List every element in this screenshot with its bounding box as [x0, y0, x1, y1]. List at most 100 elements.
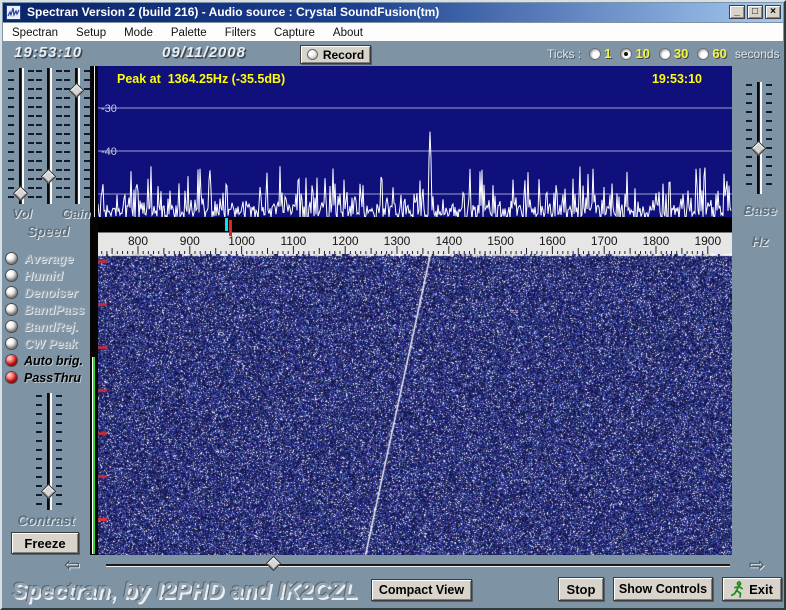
vol-slider[interactable]: [8, 68, 34, 204]
record-led-icon: [306, 49, 318, 60]
slider-track: [18, 68, 24, 204]
slider-ticks: [8, 70, 14, 202]
exit-button[interactable]: Exit: [722, 577, 782, 601]
toggle-denoiser[interactable]: Denoiser: [5, 284, 90, 301]
svg-text:-30: -30: [101, 103, 117, 115]
slider-ticks: [84, 70, 90, 202]
ticks-radio-30[interactable]: 30: [658, 46, 688, 61]
slider-ticks: [746, 84, 752, 192]
slider-ticks: [766, 84, 772, 192]
led-icon: [5, 303, 18, 316]
svg-text:900: 900: [180, 234, 200, 248]
led-icon: [5, 354, 18, 367]
ticks-radio-label: 60: [712, 46, 727, 61]
buffer-progress-bar: [92, 357, 95, 554]
ticks-radio-60[interactable]: 60: [697, 46, 727, 61]
running-man-icon: [731, 580, 744, 598]
svg-text:1900: 1900: [694, 234, 721, 248]
stop-button[interactable]: Stop: [558, 577, 604, 601]
led-icon: [5, 286, 18, 299]
slider-ticks: [56, 395, 62, 508]
toggle-cw-peak[interactable]: CW Peak: [5, 335, 90, 352]
frequency-scrollbar[interactable]: [106, 555, 730, 572]
toggle-humid[interactable]: Humid: [5, 267, 90, 284]
svg-text:1800: 1800: [643, 234, 670, 248]
menu-item-palette[interactable]: Palette: [162, 25, 216, 43]
slider-track: [756, 82, 762, 194]
menu-item-filters[interactable]: Filters: [216, 25, 265, 43]
radio-icon: [658, 47, 671, 60]
menu-item-spectran[interactable]: Spectran: [3, 25, 67, 43]
led-icon: [5, 252, 18, 265]
svg-text:-40: -40: [101, 146, 117, 158]
ticks-radio-label: 10: [635, 46, 650, 61]
record-button[interactable]: Record: [300, 45, 371, 64]
minimize-button[interactable]: _: [729, 5, 745, 19]
base-slider-thumb[interactable]: [750, 140, 766, 157]
contrast-slider-thumb[interactable]: [40, 484, 56, 500]
base-slider[interactable]: [746, 82, 772, 194]
ticks-radio-1[interactable]: 1: [589, 46, 611, 61]
gutter-highlight: [94, 66, 95, 217]
base-label: Base: [743, 202, 777, 218]
toggle-bandrej[interactable]: BandRej.: [5, 318, 90, 335]
svg-text:1400: 1400: [435, 234, 462, 248]
waterfall-display[interactable]: [98, 254, 732, 555]
led-icon: [5, 337, 18, 350]
speed-slider-thumb[interactable]: [40, 168, 56, 185]
svg-text:800: 800: [128, 234, 148, 248]
time-display: 19:53:10: [14, 44, 83, 61]
spectrum-plot[interactable]: -30 -40: [98, 90, 732, 217]
svg-text:1300: 1300: [384, 234, 411, 248]
toggle-passthru[interactable]: PassThru: [5, 369, 90, 386]
svg-text:1700: 1700: [591, 234, 618, 248]
show-controls-button[interactable]: Show Controls: [613, 577, 713, 601]
toggle-label: CW Peak: [24, 336, 78, 351]
frequency-scrollbar-thumb[interactable]: [266, 555, 282, 572]
pitch-marker-icon: [229, 220, 232, 236]
toggle-label: Denoiser: [24, 285, 78, 300]
vol-slider-thumb[interactable]: [12, 186, 28, 202]
close-button[interactable]: ×: [765, 5, 781, 19]
gain-slider[interactable]: [64, 68, 90, 204]
menu-item-about[interactable]: About: [324, 25, 372, 43]
contrast-slider[interactable]: [36, 393, 62, 510]
waterfall-panel: [98, 254, 732, 555]
record-label: Record: [322, 47, 365, 62]
marker-band: [98, 217, 732, 236]
ticks-radio-10[interactable]: 10: [620, 46, 650, 61]
ticks-radio-label: 1: [604, 46, 612, 61]
radio-icon: [620, 47, 633, 60]
svg-text:1200: 1200: [332, 234, 359, 248]
toggle-average[interactable]: Average: [5, 250, 90, 267]
gain-label: Gain: [61, 206, 91, 221]
scroll-right-arrow-icon[interactable]: ⇨: [749, 554, 765, 577]
maximize-button[interactable]: □: [747, 5, 763, 19]
toggle-label: Humid: [24, 268, 63, 283]
bandpass-marker-icon: [225, 218, 228, 231]
title-bar: Spectran Version 2 (build 216) - Audio s…: [3, 3, 783, 22]
menu-item-setup[interactable]: Setup: [67, 25, 115, 43]
toggle-bandpass[interactable]: BandPass: [5, 301, 90, 318]
svg-text:1600: 1600: [539, 234, 566, 248]
compact-view-button[interactable]: Compact View: [371, 579, 472, 601]
speed-slider[interactable]: [36, 68, 62, 204]
frequency-ruler: 800 900 1000 1100 1200 1300 1400 1500 1600 1700 18…: [98, 232, 732, 254]
menu-item-mode[interactable]: Mode: [115, 25, 162, 43]
radio-icon: [697, 47, 710, 60]
svg-text:1100: 1100: [280, 234, 306, 248]
freeze-button[interactable]: Freeze: [11, 532, 79, 554]
toggle-auto-brig[interactable]: Auto brig.: [5, 352, 90, 369]
ticks-group: Ticks : 1 10 30 60 seconds: [547, 46, 780, 61]
led-icon: [5, 371, 18, 384]
scroll-left-arrow-icon[interactable]: ⇦: [64, 554, 80, 577]
app-icon: [6, 5, 21, 20]
led-icon: [5, 320, 18, 333]
menu-item-capture[interactable]: Capture: [265, 25, 324, 43]
gain-slider-thumb[interactable]: [68, 82, 84, 99]
window-title: Spectran Version 2 (build 216) - Audio s…: [27, 5, 440, 19]
toggle-label: BandPass: [24, 302, 85, 317]
seconds-label: seconds: [734, 46, 780, 61]
exit-label: Exit: [749, 581, 773, 597]
hz-unit-label: Hz: [751, 233, 769, 249]
